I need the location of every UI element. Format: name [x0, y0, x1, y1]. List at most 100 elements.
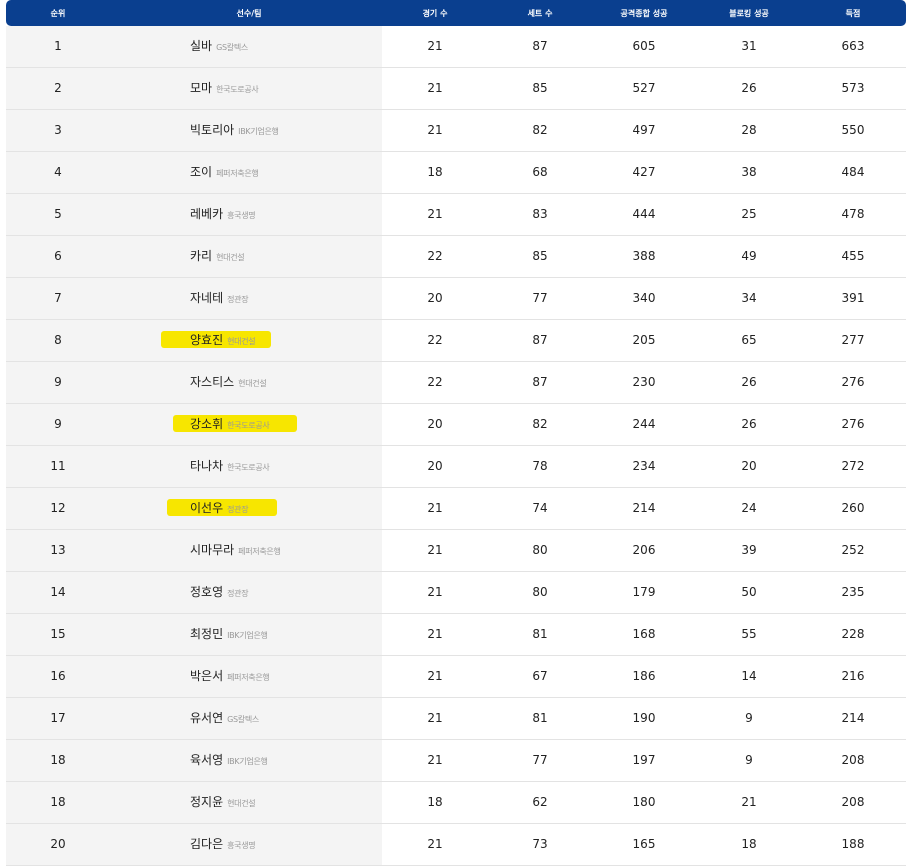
games-cell: 21: [427, 585, 443, 599]
player-name[interactable]: 최정민: [190, 627, 223, 641]
block-success-cell: 26: [741, 417, 757, 431]
block-success-cell: 55: [741, 627, 757, 641]
player-name[interactable]: 유서연: [190, 711, 223, 725]
table-body: 1 실바 GS칼텍스 21 87 605 31 663 2 모마 한국도로공사 21 85 527 26 57…: [6, 26, 906, 866]
player-name-cell[interactable]: 레베카 흥국생명: [190, 205, 256, 222]
table-row: 11 타나차 한국도로공사 20 78 234 20 272: [6, 446, 906, 488]
player-name[interactable]: 육서영: [190, 753, 223, 767]
games-cell: 20: [427, 459, 443, 473]
block-success-cell: 20: [741, 459, 757, 473]
player-name[interactable]: 모마: [190, 81, 212, 95]
sets-cell: 67: [532, 669, 548, 683]
sets-cell: 80: [532, 543, 548, 557]
rank-cell: 6: [54, 249, 62, 263]
games-cell: 21: [427, 837, 443, 851]
rank-cell: 18: [50, 795, 66, 809]
player-name[interactable]: 시마무라: [190, 543, 234, 557]
player-name-cell[interactable]: 정호영 정관장: [190, 583, 249, 600]
player-name[interactable]: 자스티스: [190, 375, 234, 389]
games-cell: 18: [427, 165, 443, 179]
player-name[interactable]: 자네테: [190, 291, 223, 305]
player-name-cell[interactable]: 이선우 정관장: [190, 499, 249, 516]
player-name[interactable]: 조이: [190, 165, 212, 179]
player-name[interactable]: 강소휘: [190, 417, 223, 431]
block-success-cell: 9: [745, 753, 753, 767]
block-success-cell: 34: [741, 291, 757, 305]
header-block-success: 블로킹 성공: [729, 9, 769, 18]
attack-success-cell: 427: [632, 165, 656, 179]
attack-success-cell: 205: [632, 333, 656, 347]
player-name[interactable]: 정지윤: [190, 795, 223, 809]
team-name: 정관장: [227, 589, 249, 598]
header-player-team: 선수/팀: [236, 9, 262, 18]
player-name-cell[interactable]: 카리 현대건설: [190, 247, 245, 264]
player-name[interactable]: 타나차: [190, 459, 223, 473]
sets-cell: 87: [532, 333, 548, 347]
team-name: 페퍼저축은행: [216, 169, 259, 178]
header-points: 득점: [845, 9, 861, 18]
team-name: 한국도로공사: [227, 463, 270, 472]
table-row: 12 이선우 정관장 21 74 214 24 260: [6, 488, 906, 530]
attack-success-cell: 165: [632, 837, 656, 851]
table-header: 순위 선수/팀 경기 수 세트 수 공격종합 성공 블로킹 성공 득점: [6, 0, 906, 26]
rank-cell: 20: [50, 837, 66, 851]
player-name-cell[interactable]: 실바 GS칼텍스: [190, 37, 248, 54]
header-games: 경기 수: [422, 9, 448, 18]
team-name: 한국도로공사: [216, 85, 259, 94]
player-name-cell[interactable]: 시마무라 페퍼저축은행: [190, 541, 281, 558]
player-name[interactable]: 빅토리아: [190, 123, 234, 137]
player-name-cell[interactable]: 조이 페퍼저축은행: [190, 163, 259, 180]
points-cell: 276: [841, 375, 865, 389]
player-name-cell[interactable]: 모마 한국도로공사: [190, 79, 259, 96]
player-name[interactable]: 이선우: [190, 501, 223, 515]
block-success-cell: 38: [741, 165, 757, 179]
table-row: 18 정지윤 현대건설 18 62 180 21 208: [6, 782, 906, 824]
points-cell: 478: [841, 207, 865, 221]
team-name: 페퍼저축은행: [238, 547, 281, 556]
player-name-cell[interactable]: 육서영 IBK기업은행: [190, 751, 268, 768]
sets-cell: 73: [532, 837, 548, 851]
points-cell: 252: [841, 543, 865, 557]
table-row: 5 레베카 흥국생명 21 83 444 25 478: [6, 194, 906, 236]
attack-success-cell: 230: [632, 375, 656, 389]
player-name-cell[interactable]: 유서연 GS칼텍스: [190, 709, 259, 726]
header-rank: 순위: [50, 9, 66, 18]
sets-cell: 77: [532, 291, 548, 305]
games-cell: 21: [427, 207, 443, 221]
attack-success-cell: 244: [632, 417, 656, 431]
rank-cell: 3: [54, 123, 62, 137]
sets-cell: 68: [532, 165, 548, 179]
points-cell: 663: [841, 39, 865, 53]
block-success-cell: 50: [741, 585, 757, 599]
player-name[interactable]: 정호영: [190, 585, 223, 599]
player-name-cell[interactable]: 양효진 현대건설: [190, 331, 256, 348]
team-name: 페퍼저축은행: [227, 673, 270, 682]
team-name: 흥국생명: [227, 211, 256, 220]
attack-success-cell: 179: [632, 585, 656, 599]
player-name-cell[interactable]: 자네테 정관장: [190, 289, 249, 306]
player-name-cell[interactable]: 자스티스 현대건설: [190, 373, 267, 390]
table-row: 20 김다은 흥국생명 21 73 165 18 188: [6, 824, 906, 866]
points-cell: 455: [841, 249, 865, 263]
player-name-cell[interactable]: 타나차 한국도로공사: [190, 457, 270, 474]
player-name-cell[interactable]: 빅토리아 IBK기업은행: [190, 121, 279, 138]
attack-success-cell: 527: [632, 81, 656, 95]
team-name: 흥국생명: [227, 841, 256, 850]
player-name[interactable]: 카리: [190, 249, 212, 263]
player-name[interactable]: 레베카: [190, 207, 223, 221]
points-cell: 216: [841, 669, 865, 683]
player-name[interactable]: 박은서: [190, 669, 223, 683]
player-name[interactable]: 양효진: [190, 333, 223, 347]
player-name[interactable]: 김다은: [190, 837, 223, 851]
player-name-cell[interactable]: 정지윤 현대건설: [190, 793, 256, 810]
table-row: 18 육서영 IBK기업은행 21 77 197 9 208: [6, 740, 906, 782]
player-name-cell[interactable]: 박은서 페퍼저축은행: [190, 667, 270, 684]
team-name: GS칼텍스: [227, 715, 259, 724]
points-cell: 260: [841, 501, 865, 515]
player-name-cell[interactable]: 강소휘 한국도로공사: [190, 415, 270, 432]
player-name-cell[interactable]: 김다은 흥국생명: [190, 835, 256, 852]
player-name[interactable]: 실바: [190, 39, 212, 53]
sets-cell: 74: [532, 501, 548, 515]
player-name-cell[interactable]: 최정민 IBK기업은행: [190, 625, 268, 642]
sets-cell: 78: [532, 459, 548, 473]
